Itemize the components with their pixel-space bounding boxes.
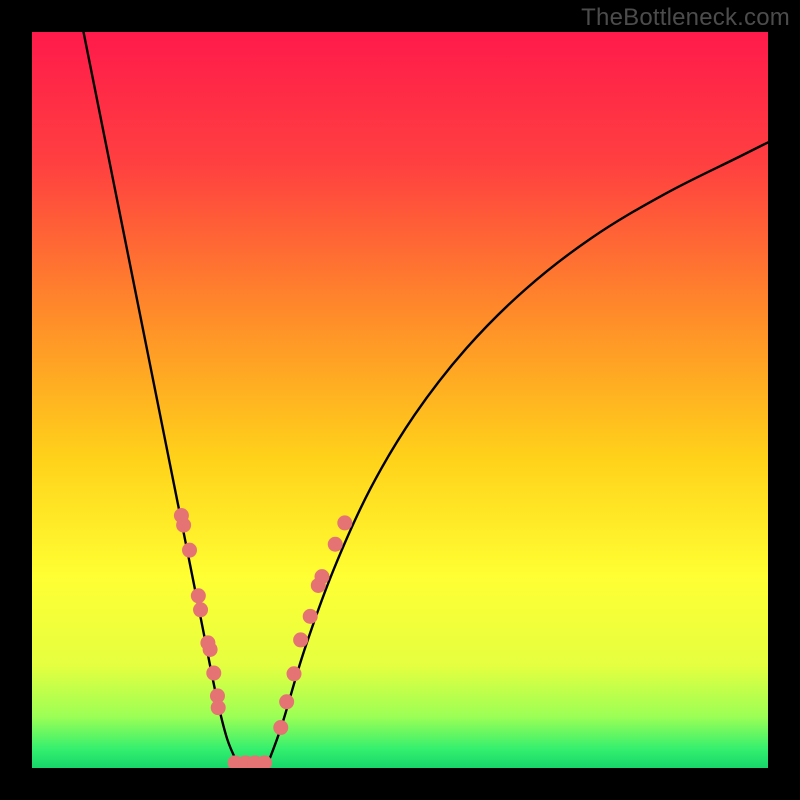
bottleneck-chart [0, 0, 800, 800]
marker-left-3 [191, 588, 206, 603]
watermark-text: TheBottleneck.com [581, 4, 790, 32]
marker-left-9 [211, 700, 226, 715]
marker-left-2 [182, 543, 197, 558]
marker-right-6 [314, 569, 329, 584]
gradient-background [32, 32, 768, 768]
marker-right-7 [328, 537, 343, 552]
marker-right-2 [287, 666, 302, 681]
marker-left-4 [193, 602, 208, 617]
marker-right-4 [303, 609, 318, 624]
marker-left-1 [176, 518, 191, 533]
marker-right-3 [293, 632, 308, 647]
marker-left-7 [206, 666, 221, 681]
marker-right-0 [273, 720, 288, 735]
marker-right-1 [279, 694, 294, 709]
chart-frame: TheBottleneck.com [0, 0, 800, 800]
marker-right-8 [337, 515, 352, 530]
marker-left-6 [203, 642, 218, 657]
